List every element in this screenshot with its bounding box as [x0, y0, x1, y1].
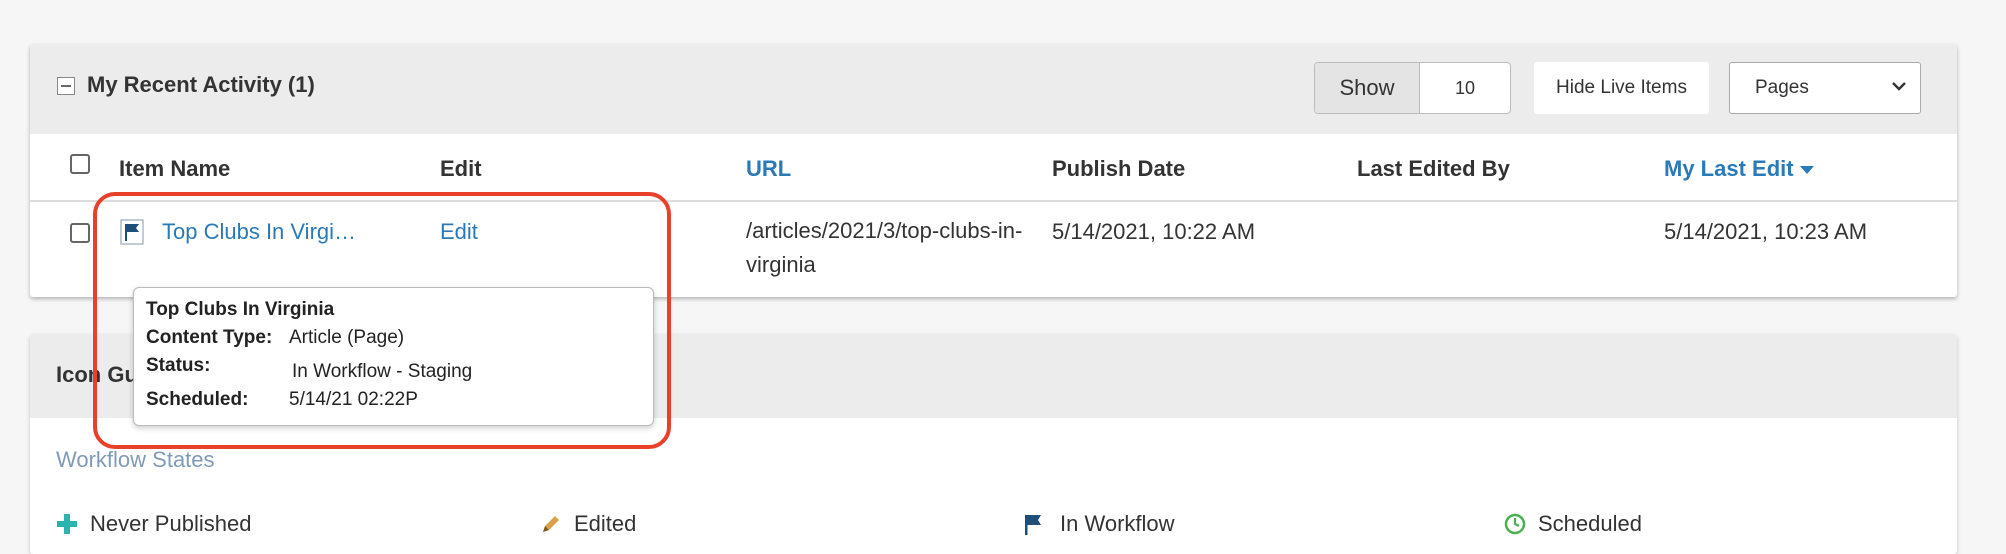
legend-in-workflow: In Workflow [1060, 511, 1175, 536]
show-count-group: Show [1314, 62, 1511, 114]
plus-icon [57, 514, 77, 534]
hide-live-items-button[interactable]: Hide Live Items [1534, 62, 1709, 114]
flag-icon [1025, 515, 1041, 535]
url-cell: /articles/2021/3/top-clubs-in-virginia [746, 218, 1023, 277]
tooltip-scheduled-value: 5/14/21 02:22P [289, 389, 418, 410]
legend-never-published: Never Published [90, 511, 252, 536]
collapse-icon[interactable] [57, 77, 75, 95]
icon-guide-title: Icon Gu [56, 362, 138, 387]
tooltip-status-label: Status: [146, 355, 211, 376]
row-checkbox[interactable] [70, 223, 90, 243]
item-tooltip: Top Clubs In Virginia Content Type: Arti… [133, 287, 654, 426]
tooltip-content-type-value: Article (Page) [289, 327, 405, 348]
show-count-input[interactable] [1420, 63, 1510, 113]
column-header-last-edited-by[interactable]: Last Edited By [1357, 156, 1510, 182]
column-header-publish-date[interactable]: Publish Date [1052, 156, 1185, 182]
panel-header: My Recent Activity (1) Show Hide Live It… [30, 44, 1957, 134]
clock-icon [1504, 513, 1526, 535]
panel-title: My Recent Activity (1) [87, 72, 315, 97]
tooltip-title: Top Clubs In Virginia [146, 299, 335, 320]
column-header-my-last-edit[interactable]: My Last Edit [1664, 156, 1814, 182]
tooltip-content-type-label: Content Type: [146, 327, 273, 348]
sort-desc-icon [1799, 166, 1814, 175]
tooltip-scheduled-label: Scheduled: [146, 389, 249, 410]
item-name-link[interactable]: Top Clubs In Virgi… [162, 219, 356, 245]
select-value: Pages [1755, 77, 1809, 98]
show-label: Show [1315, 63, 1420, 113]
column-header-item-name[interactable]: Item Name [119, 156, 230, 182]
legend-scheduled: Scheduled [1538, 511, 1642, 536]
tooltip-status-value: In Workflow - Staging [292, 361, 473, 382]
select-all-checkbox[interactable] [70, 154, 90, 174]
edit-link[interactable]: Edit [440, 219, 478, 245]
my-last-edit-cell: 5/14/2021, 10:23 AM [1664, 219, 1868, 244]
in-workflow-flag-icon [120, 219, 144, 245]
legend-edited: Edited [574, 511, 637, 536]
content-type-select[interactable]: Pages [1729, 62, 1921, 114]
column-header-url[interactable]: URL [746, 156, 791, 182]
pencil-icon [543, 516, 559, 532]
chevron-down-icon [1892, 82, 1906, 91]
column-header-edit: Edit [440, 156, 482, 181]
recent-activity-panel: My Recent Activity (1) Show Hide Live It… [30, 44, 1957, 297]
publish-date-cell: 5/14/2021, 10:22 AM [1052, 219, 1256, 244]
column-header-my-last-edit-label: My Last Edit [1664, 156, 1794, 181]
workflow-states-heading: Workflow States [56, 447, 215, 472]
header-divider [30, 200, 1957, 202]
